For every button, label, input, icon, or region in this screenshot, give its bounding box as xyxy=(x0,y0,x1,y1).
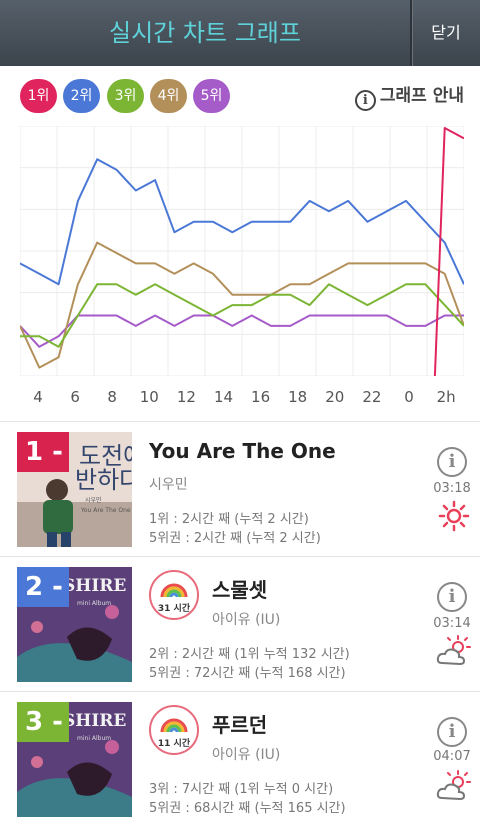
x-tick-label: 10 xyxy=(139,388,159,406)
rank-stat: 3위 : 7시간 째 (1위 누적 0 시간) xyxy=(149,782,334,797)
sunny-icon xyxy=(438,500,470,532)
cover-song: You Are The One xyxy=(80,507,131,514)
cover-title-line-2: 반하다 xyxy=(75,466,132,494)
rainbow-icon xyxy=(160,583,188,598)
album-cover: 도전에 반하다 시우민 You Are The One 1 - xyxy=(17,432,132,547)
close-button[interactable]: 닫기 xyxy=(410,0,480,66)
header-bar: 실시간 차트 그래프 닫기 xyxy=(0,0,480,66)
partly-cloudy-icon xyxy=(436,635,471,666)
info-icon[interactable]: i xyxy=(437,717,467,747)
rank-stat: 1위 : 2시간 째 (누적 2 시간) xyxy=(149,512,309,527)
cover-title: SHIRE xyxy=(63,576,126,596)
x-tick-label: 12 xyxy=(176,388,196,406)
top5-stat: 5위권 : 68시간 째 (누적 165 시간) xyxy=(149,801,346,816)
info-icon[interactable]: i xyxy=(437,582,467,612)
elapsed-time: 03:18 xyxy=(433,481,471,496)
rank-stat: 2위 : 2시간 째 (1위 누적 132 시간) xyxy=(149,647,350,662)
graph-guide-label: 그래프 안내 xyxy=(379,86,464,106)
info-icon: i xyxy=(354,90,376,111)
legend-rank-4[interactable]: 4위 xyxy=(150,79,187,113)
x-tick-label: 14 xyxy=(213,388,234,406)
rainbow-icon xyxy=(160,718,188,733)
artist-name: 아이유 (IU) xyxy=(212,747,281,763)
legend-rank-3[interactable]: 3위 xyxy=(107,79,144,113)
rank-badge: 1 - xyxy=(17,432,69,472)
cover-artist: 시우민 xyxy=(85,496,102,504)
x-tick-label: 6 xyxy=(70,388,80,406)
cover-title: SHIRE xyxy=(63,711,126,731)
info-icon[interactable]: i xyxy=(437,447,467,477)
x-tick-label: 0 xyxy=(404,388,414,406)
cover-subtitle: mini Album xyxy=(77,735,111,742)
elapsed-time: 04:07 xyxy=(433,749,471,764)
song-row-2[interactable]: SHIRE mini Album 2 - 31 시간 스물셋 아이유 (IU) … xyxy=(0,557,480,691)
streak-badge: 31 시간 xyxy=(149,570,199,620)
legend-rank-5[interactable]: 5위 xyxy=(193,79,230,113)
album-cover: SHIRE mini Album 2 - xyxy=(17,567,132,682)
x-tick-label: 4 xyxy=(33,388,43,406)
rank-number: 1 xyxy=(25,437,44,467)
x-tick-label: 22 xyxy=(362,388,382,406)
x-tick-label: 18 xyxy=(288,388,308,406)
song-title: 스물셋 xyxy=(212,578,268,602)
legend-rank-1[interactable]: 1위 xyxy=(20,79,57,113)
rank-badge: 2 - xyxy=(17,567,69,607)
cover-subtitle: mini Album xyxy=(77,600,111,607)
top5-stat: 5위권 : 2시간 째 (누적 2 시간) xyxy=(149,531,321,546)
chart-grid xyxy=(20,126,464,376)
album-cover: SHIRE mini Album 3 - xyxy=(17,702,132,817)
rank-number: 2 xyxy=(25,572,44,602)
partly-cloudy-icon xyxy=(436,770,471,801)
streak-badge: 11 시간 xyxy=(149,705,199,755)
x-tick-label: 8 xyxy=(107,388,117,406)
artist-name: 시우민 xyxy=(149,477,188,493)
song-row-3[interactable]: SHIRE mini Album 3 - 11 시간 푸르던 아이유 (IU) … xyxy=(0,692,480,826)
streak-hours: 31 시간 xyxy=(157,604,191,614)
x-tick-label: 16 xyxy=(251,388,271,406)
rank-number: 3 xyxy=(25,707,44,737)
page-title: 실시간 차트 그래프 xyxy=(109,19,301,47)
top5-stat: 5위권 : 72시간 째 (누적 168 시간) xyxy=(149,666,346,681)
elapsed-time: 03:14 xyxy=(433,616,471,631)
song-title: You Are The One xyxy=(149,439,336,463)
song-row-1[interactable]: 도전에 반하다 시우민 You Are The One 1 - You Are … xyxy=(0,422,480,556)
streak-hours: 11 시간 xyxy=(157,739,191,749)
legend-rank-2[interactable]: 2위 xyxy=(63,79,100,113)
x-axis: 4 6 8 10 12 14 16 18 20 22 0 2h xyxy=(0,388,480,410)
x-tick-label: 2h xyxy=(436,388,456,406)
song-title: 푸르던 xyxy=(212,713,268,737)
graph-guide-button[interactable]: i 그래프 안내 xyxy=(354,84,464,111)
rank-badge: 3 - xyxy=(17,702,69,742)
x-tick-label: 20 xyxy=(325,388,345,406)
rank-line-chart xyxy=(20,126,464,376)
artist-name: 아이유 (IU) xyxy=(212,612,281,628)
